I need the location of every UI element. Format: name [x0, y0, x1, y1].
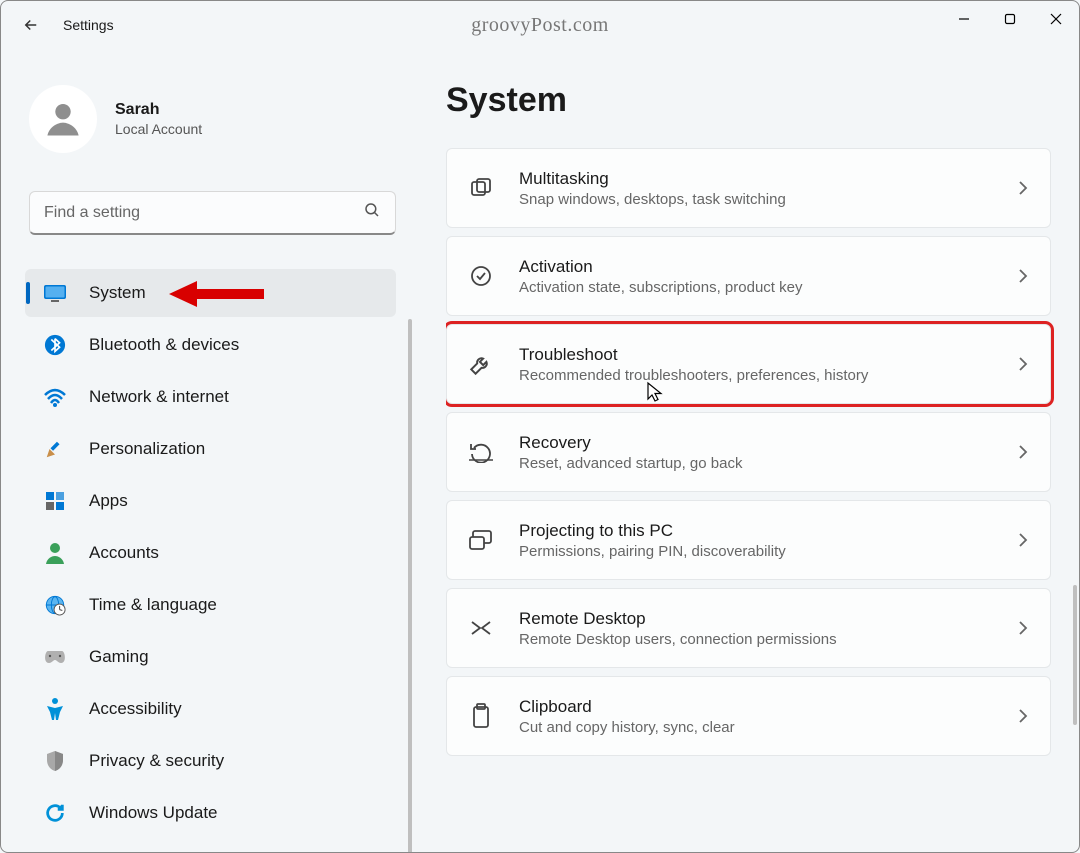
minimize-button[interactable] — [941, 1, 987, 37]
sidebar-item-accessibility[interactable]: Accessibility — [25, 685, 396, 733]
sidebar: Sarah Local Account System Bluetooth & d… — [1, 49, 416, 852]
sidebar-item-gaming[interactable]: Gaming — [25, 633, 396, 681]
sidebar-item-label: Bluetooth & devices — [89, 335, 239, 355]
card-multitasking[interactable]: Multitasking Snap windows, desktops, tas… — [446, 148, 1051, 228]
system-icon — [43, 281, 67, 305]
sidebar-item-label: Accessibility — [89, 699, 182, 719]
card-sub: Cut and copy history, sync, clear — [519, 719, 1014, 736]
watermark: groovyPost.com — [471, 14, 609, 37]
personalization-icon — [43, 437, 67, 461]
window-controls — [941, 1, 1079, 37]
update-icon — [43, 801, 67, 825]
card-projecting[interactable]: Projecting to this PC Permissions, pairi… — [446, 500, 1051, 580]
card-title: Multitasking — [519, 169, 1014, 189]
projecting-icon — [465, 529, 497, 551]
chevron-right-icon — [1014, 708, 1032, 724]
sidebar-item-bluetooth[interactable]: Bluetooth & devices — [25, 321, 396, 369]
sidebar-item-label: Accounts — [89, 543, 159, 563]
close-button[interactable] — [1033, 1, 1079, 37]
chevron-right-icon — [1014, 356, 1032, 372]
maximize-button[interactable] — [987, 1, 1033, 37]
settings-window: Settings groovyPost.com Sarah Local Acco… — [0, 0, 1080, 853]
window-title: Settings — [63, 17, 114, 33]
troubleshoot-icon — [465, 351, 497, 377]
sidebar-item-label: Network & internet — [89, 387, 229, 407]
card-title: Troubleshoot — [519, 345, 1014, 365]
sidebar-item-personalization[interactable]: Personalization — [25, 425, 396, 473]
chevron-right-icon — [1014, 620, 1032, 636]
sidebar-item-label: Privacy & security — [89, 751, 224, 771]
card-sub: Reset, advanced startup, go back — [519, 455, 1014, 472]
chevron-right-icon — [1014, 180, 1032, 196]
card-sub: Permissions, pairing PIN, discoverabilit… — [519, 543, 1014, 560]
card-troubleshoot[interactable]: Troubleshoot Recommended troubleshooters… — [446, 324, 1051, 404]
search-input[interactable] — [44, 204, 363, 222]
card-activation[interactable]: Activation Activation state, subscriptio… — [446, 236, 1051, 316]
card-title: Clipboard — [519, 697, 1014, 717]
sidebar-item-label: System — [89, 283, 146, 303]
avatar — [29, 85, 97, 153]
chevron-right-icon — [1014, 268, 1032, 284]
chevron-right-icon — [1014, 444, 1032, 460]
sidebar-item-label: Windows Update — [89, 803, 218, 823]
search-icon — [363, 201, 381, 224]
apps-icon — [43, 489, 67, 513]
card-sub: Activation state, subscriptions, product… — [519, 279, 1014, 296]
card-title: Projecting to this PC — [519, 521, 1014, 541]
accessibility-icon — [43, 697, 67, 721]
card-sub: Remote Desktop users, connection permiss… — [519, 631, 1014, 648]
sidebar-item-label: Personalization — [89, 439, 205, 459]
recovery-icon — [465, 441, 497, 463]
sidebar-item-update[interactable]: Windows Update — [25, 789, 396, 837]
multitasking-icon — [465, 176, 497, 200]
sidebar-item-network[interactable]: Network & internet — [25, 373, 396, 421]
remote-icon — [465, 617, 497, 639]
sidebar-item-accounts[interactable]: Accounts — [25, 529, 396, 577]
sidebar-scrollbar[interactable] — [408, 319, 412, 852]
card-title: Remote Desktop — [519, 609, 1014, 629]
network-icon — [43, 385, 67, 409]
nav: System Bluetooth & devices Network & int… — [21, 265, 416, 841]
bluetooth-icon — [43, 333, 67, 357]
chevron-right-icon — [1014, 532, 1032, 548]
cards-list: Multitasking Snap windows, desktops, tas… — [446, 148, 1057, 852]
accounts-icon — [43, 541, 67, 565]
content-scrollbar[interactable] — [1073, 585, 1077, 725]
account-block[interactable]: Sarah Local Account — [21, 69, 416, 173]
card-sub: Snap windows, desktops, task switching — [519, 191, 1014, 208]
card-title: Recovery — [519, 433, 1014, 453]
sidebar-item-system[interactable]: System — [25, 269, 396, 317]
card-clipboard[interactable]: Clipboard Cut and copy history, sync, cl… — [446, 676, 1051, 756]
sidebar-item-privacy[interactable]: Privacy & security — [25, 737, 396, 785]
back-button[interactable] — [11, 5, 51, 45]
gaming-icon — [43, 645, 67, 669]
search-box[interactable] — [29, 191, 396, 235]
activation-icon — [465, 264, 497, 288]
account-sub: Local Account — [115, 121, 202, 137]
sidebar-item-label: Gaming — [89, 647, 149, 667]
privacy-icon — [43, 749, 67, 773]
card-title: Activation — [519, 257, 1014, 277]
sidebar-item-time[interactable]: Time & language — [25, 581, 396, 629]
sidebar-item-label: Apps — [89, 491, 128, 511]
titlebar: Settings groovyPost.com — [1, 1, 1079, 49]
card-sub: Recommended troubleshooters, preferences… — [519, 367, 1014, 384]
sidebar-item-apps[interactable]: Apps — [25, 477, 396, 525]
account-name: Sarah — [115, 101, 202, 119]
sidebar-item-label: Time & language — [89, 595, 217, 615]
window-body: Sarah Local Account System Bluetooth & d… — [1, 49, 1079, 852]
time-icon — [43, 593, 67, 617]
clipboard-icon — [465, 703, 497, 729]
card-remote[interactable]: Remote Desktop Remote Desktop users, con… — [446, 588, 1051, 668]
page-title: System — [446, 81, 1057, 120]
card-recovery[interactable]: Recovery Reset, advanced startup, go bac… — [446, 412, 1051, 492]
content: System Multitasking Snap windows, deskto… — [416, 49, 1079, 852]
